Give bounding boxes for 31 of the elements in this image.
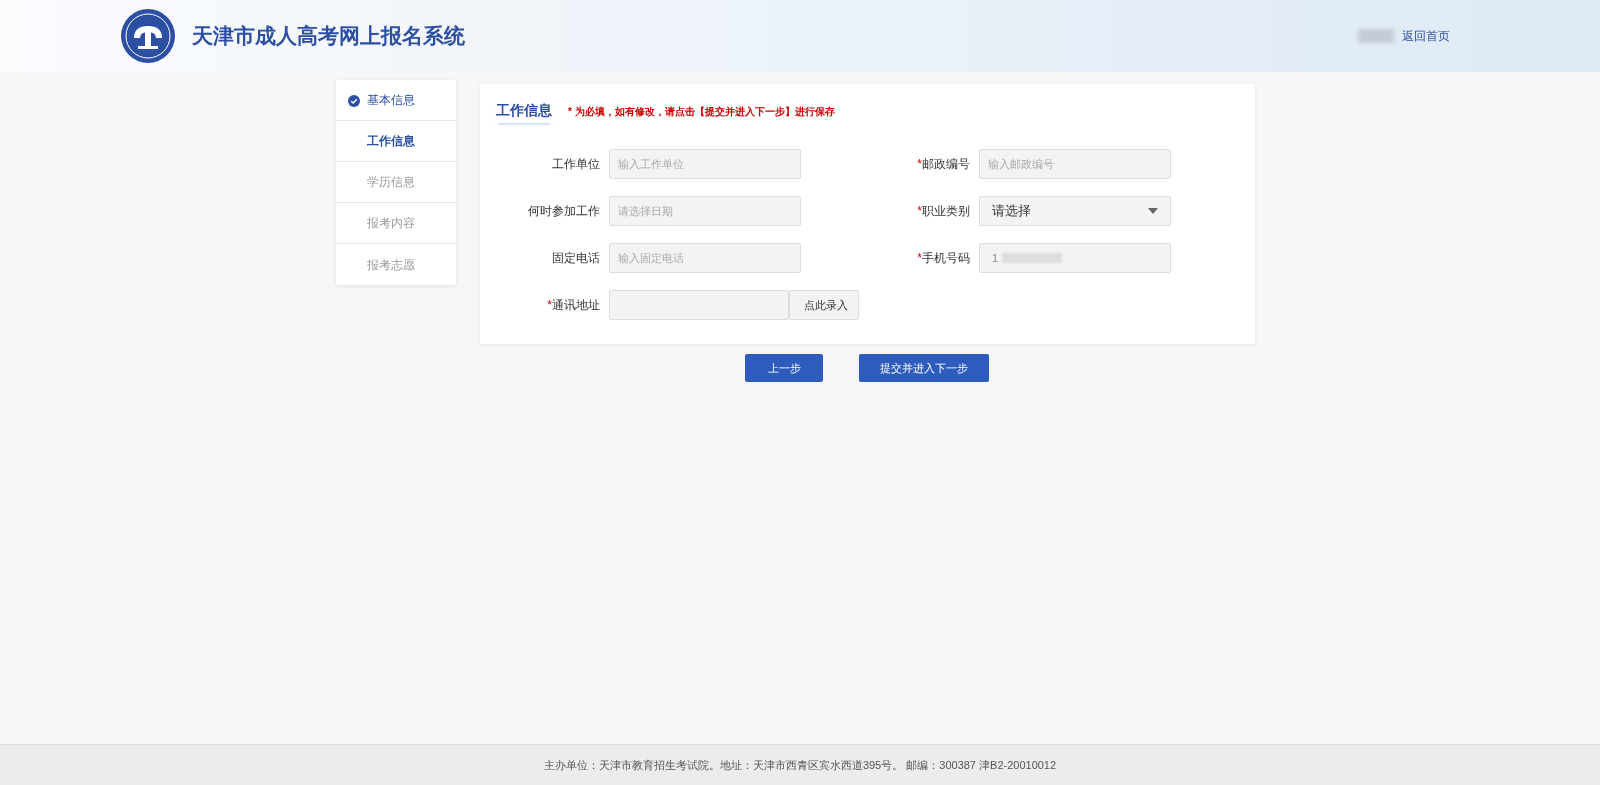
submit-next-button[interactable]: 提交并进入下一步 (859, 354, 989, 382)
step-item[interactable]: 基本信息 (336, 80, 456, 121)
address-field[interactable] (609, 290, 789, 320)
home-link[interactable]: 返回首页 (1402, 27, 1450, 45)
blurred-username (1358, 29, 1394, 43)
footer-text: 主办单位：天津市教育招生考试院。地址：天津市西青区宾水西道395号。 邮编：300387 津B2-20010012 (543, 757, 1057, 773)
field-label: 固定电话 (552, 251, 600, 265)
required-mark: * (917, 251, 922, 265)
required-notice: * 为必填，如有修改，请点击【提交并进入下一步】进行保存 (568, 105, 835, 119)
input-field[interactable]: 输入邮政编号 (979, 149, 1171, 179)
input-field[interactable]: 请选择日期 (609, 196, 801, 226)
enter-address-button[interactable]: 点此录入 (789, 290, 859, 320)
field-label: 工作单位 (552, 157, 600, 171)
logo-icon (120, 8, 176, 64)
required-mark: * (547, 298, 552, 312)
required-mark: * (917, 157, 922, 171)
step-item[interactable]: 工作信息 (336, 121, 456, 162)
field-label: 通讯地址 (552, 298, 600, 312)
select-field[interactable]: 请选择 (979, 196, 1171, 226)
phone-field[interactable]: 1 (979, 243, 1171, 273)
previous-button[interactable]: 上一步 (745, 354, 823, 382)
field-label: 何时参加工作 (528, 204, 600, 218)
field-label: 邮政编号 (922, 157, 970, 171)
section-title: 工作信息 (496, 100, 552, 123)
input-field[interactable]: 输入固定电话 (609, 243, 801, 273)
field-label: 职业类别 (922, 204, 970, 218)
site-title: 天津市成人高考网上报名系统 (192, 23, 465, 50)
input-field[interactable]: 输入工作单位 (609, 149, 801, 179)
dropdown-arrow-icon (1148, 208, 1158, 214)
required-mark: * (917, 204, 922, 218)
field-label: 手机号码 (922, 251, 970, 265)
